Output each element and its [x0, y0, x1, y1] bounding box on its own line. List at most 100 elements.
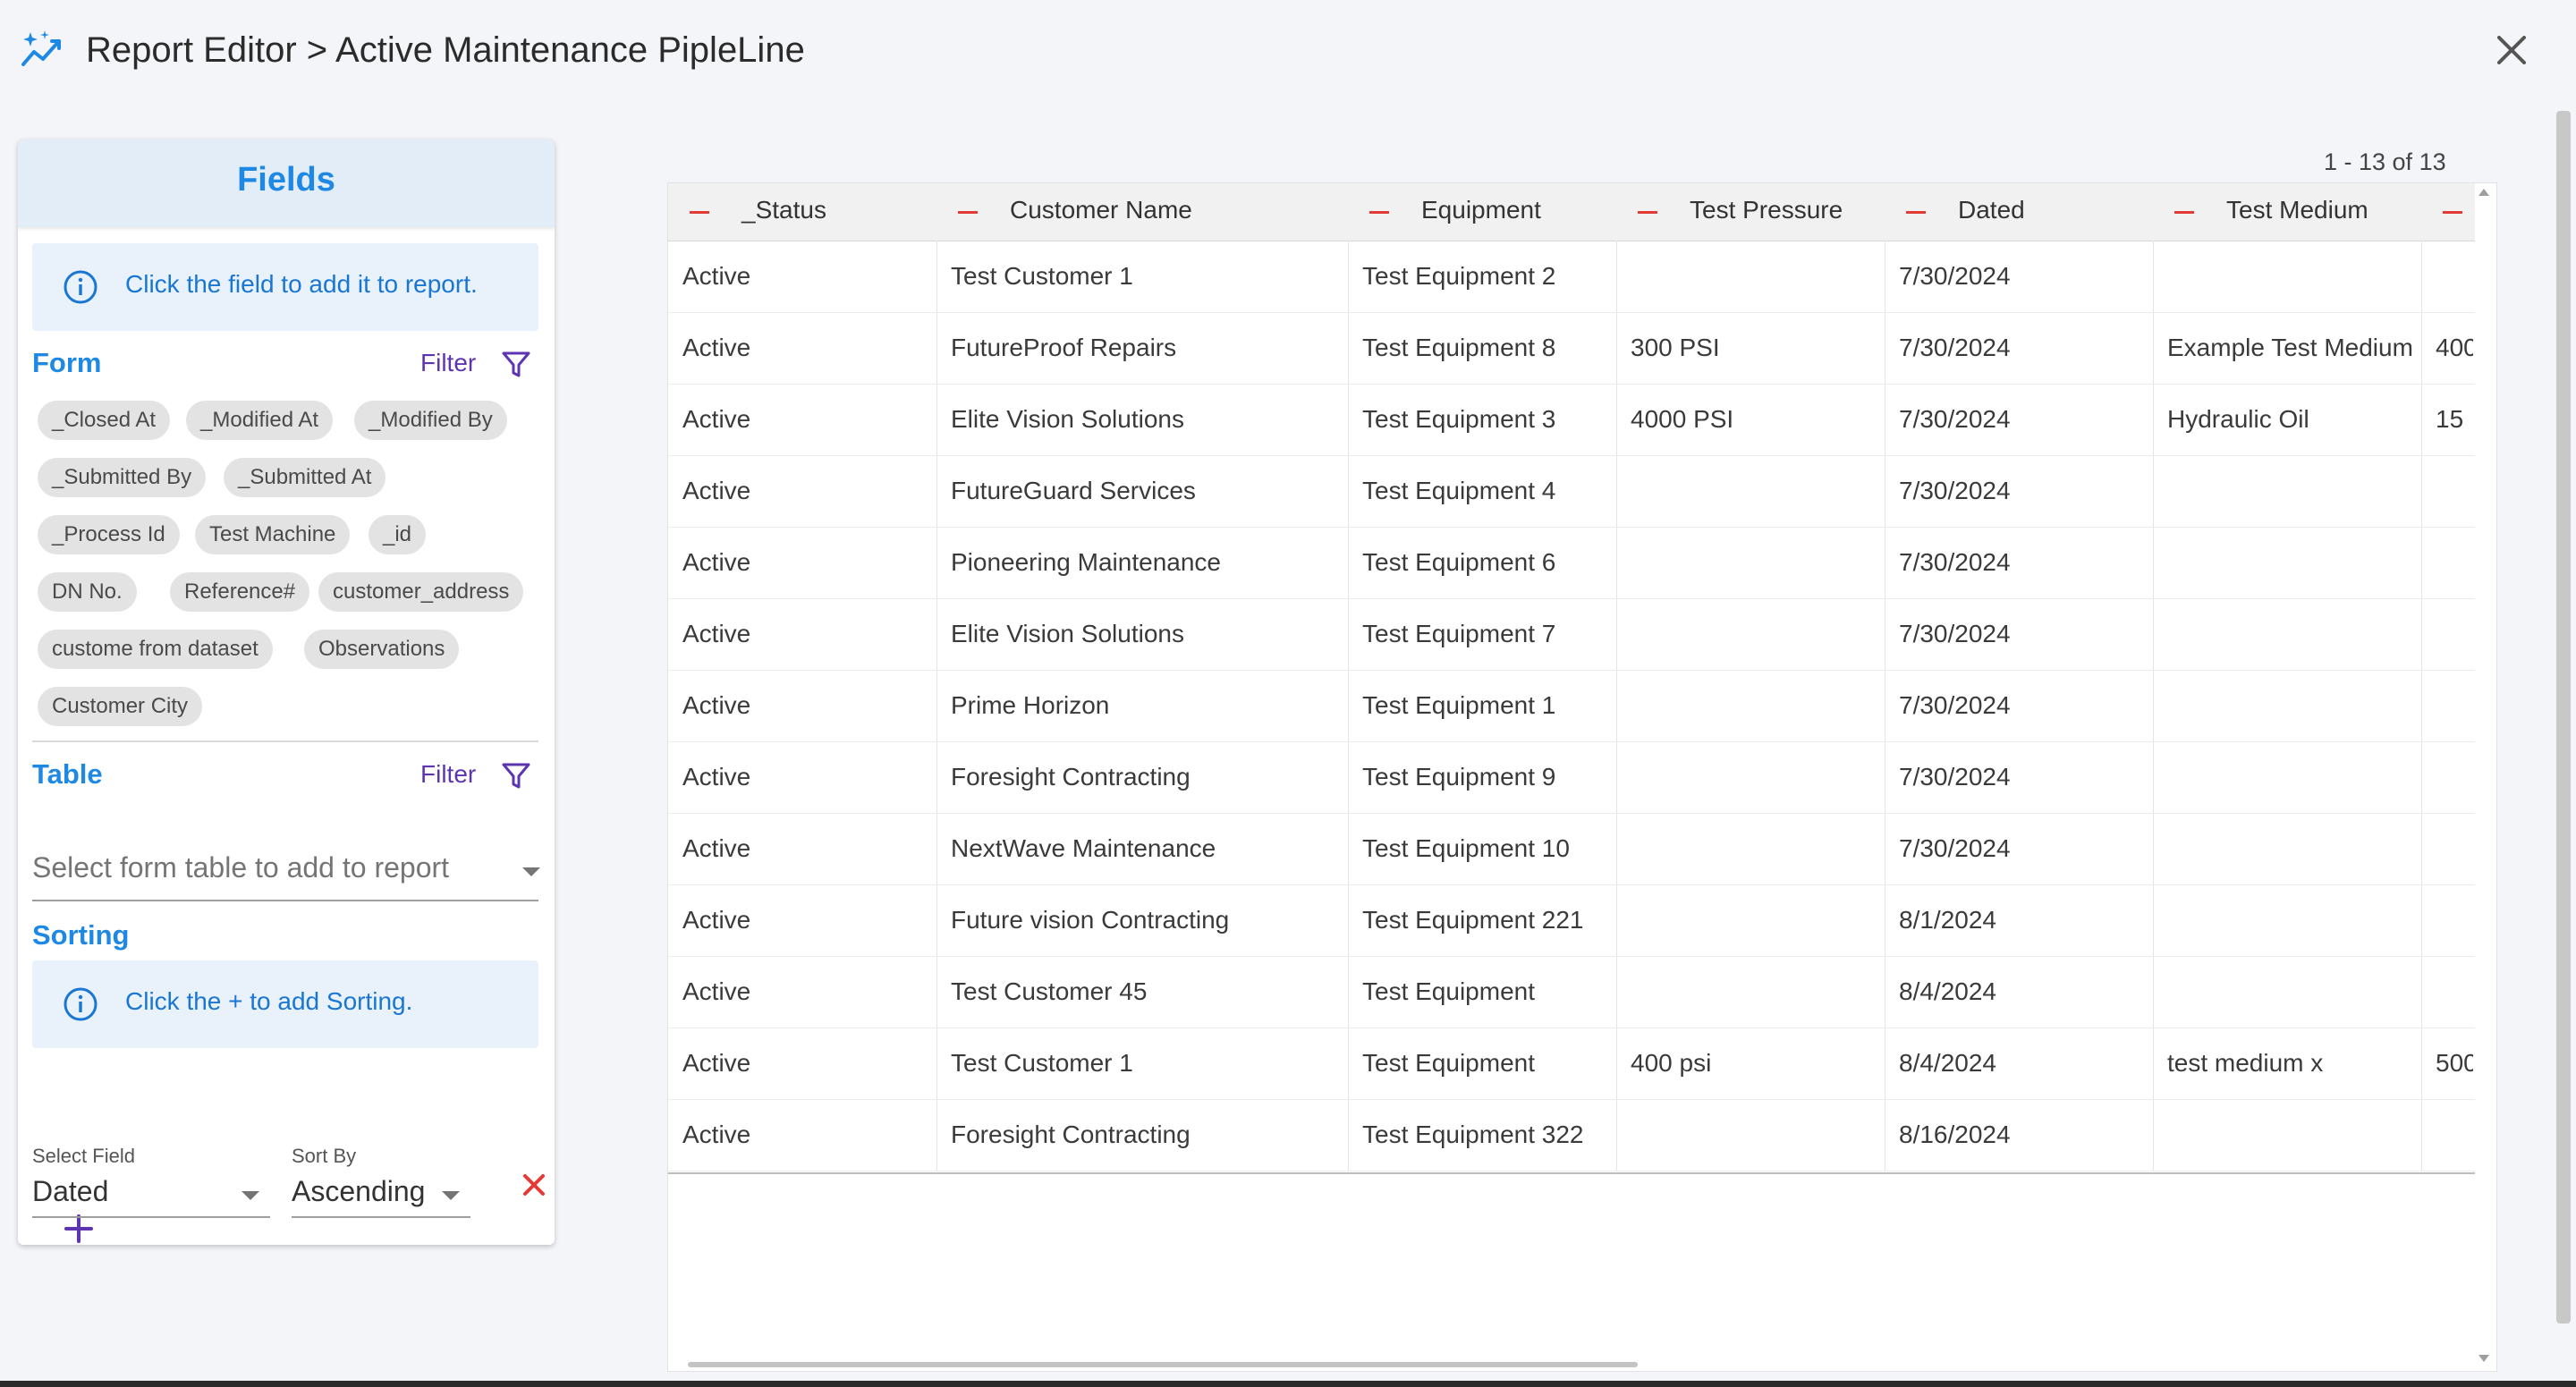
cell-test-pressure: [1631, 884, 1883, 956]
remove-column-icon[interactable]: [1638, 211, 1657, 214]
remove-column-icon[interactable]: [958, 211, 978, 214]
field-chip[interactable]: Observations: [304, 630, 460, 669]
close-icon[interactable]: [2488, 27, 2535, 73]
remove-sort-icon[interactable]: [519, 1170, 549, 1200]
cell-status: Active: [682, 334, 751, 361]
cell-equipment: Test Equipment 10: [1362, 834, 1570, 862]
table-row[interactable]: Active Test Customer 1 Test Equipment 2 7/3…: [668, 241, 2475, 313]
table-row[interactable]: Active Future vision Contracting Test Equi…: [668, 884, 2475, 957]
table-header: _Status Customer Name Equipment Test Pre…: [668, 183, 2475, 241]
cell-extra: 500: [2436, 1049, 2473, 1077]
filter-icon[interactable]: [501, 349, 531, 379]
cell-test-pressure: [1631, 527, 1883, 598]
table-row[interactable]: Active Elite Vision Solutions Test Equipme…: [668, 598, 2475, 671]
table-filter-button[interactable]: Filter: [420, 760, 476, 789]
field-chip[interactable]: _Submitted By: [38, 458, 207, 497]
table-row[interactable]: Active Foresight Contracting Test Equipmen…: [668, 1099, 2475, 1171]
cell-status: Active: [682, 691, 751, 719]
cell-test-pressure: 4000 PSI: [1631, 405, 1734, 433]
cell-test-medium: test medium x: [2167, 1049, 2324, 1077]
cell-test-medium: [2167, 670, 2419, 741]
cell-equipment: Test Equipment 7: [1362, 620, 1556, 647]
table-row[interactable]: Active NextWave Maintenance Test Equipment…: [668, 813, 2475, 885]
cell-extra: [2436, 241, 2473, 312]
field-chip[interactable]: _Closed At: [38, 401, 171, 440]
sort-direction-value: Ascending: [292, 1175, 426, 1207]
header: Report Editor > Active Maintenance Piple…: [0, 0, 2576, 100]
sort-direction-select[interactable]: Ascending: [292, 1168, 470, 1218]
field-chip[interactable]: _Process Id: [38, 515, 180, 554]
info-icon: [64, 270, 97, 304]
cell-extra: [2436, 455, 2473, 527]
cell-status: Active: [682, 405, 751, 433]
cell-test-medium: [2167, 741, 2419, 813]
column-header-customer-name: Customer Name: [936, 183, 1348, 241]
sorting-info-text: Click the + to add Sorting.: [125, 987, 413, 1015]
column-header-label: Test Pressure: [1690, 196, 1843, 224]
cell-customer-name: FutureProof Repairs: [951, 334, 1177, 361]
remove-column-icon[interactable]: [690, 211, 709, 214]
remove-column-icon[interactable]: [1906, 211, 1926, 214]
cell-test-pressure: 400 psi: [1631, 1049, 1712, 1077]
table-row[interactable]: Active FutureProof Repairs Test Equipment …: [668, 312, 2475, 385]
cell-test-pressure: [1631, 813, 1883, 884]
table-row[interactable]: Active Pioneering Maintenance Test Equipme…: [668, 527, 2475, 599]
sort-field-select[interactable]: Dated: [32, 1168, 270, 1218]
column-header-label: Test Medium: [2226, 196, 2368, 224]
page-scrollbar[interactable]: [2556, 111, 2571, 1324]
cell-customer-name: Test Customer 1: [951, 262, 1133, 290]
column-header-label: Dated: [1958, 196, 2025, 224]
cell-test-pressure: [1631, 670, 1883, 741]
cell-test-medium: [2167, 527, 2419, 598]
table-row[interactable]: Active Prime Horizon Test Equipment 1 7/30/…: [668, 670, 2475, 742]
column-header-label: _Status: [741, 196, 826, 224]
cell-extra: [2436, 956, 2473, 1028]
cell-equipment: Test Equipment 6: [1362, 548, 1556, 576]
form-filter-button[interactable]: Filter: [420, 349, 476, 377]
field-chip[interactable]: _id: [369, 515, 427, 554]
column-header-equipment: Equipment: [1348, 183, 1616, 241]
cell-extra: [2436, 598, 2473, 670]
cell-dated: 7/30/2024: [1899, 262, 2011, 290]
cell-dated: 7/30/2024: [1899, 834, 2011, 862]
sparkle-chart-icon: [21, 30, 61, 66]
filter-icon[interactable]: [501, 760, 531, 791]
cell-equipment: Test Equipment 3: [1362, 405, 1556, 433]
fields-info-box: Click the field to add it to report.: [32, 243, 538, 331]
field-chip[interactable]: _Modified At: [186, 401, 334, 440]
field-chip[interactable]: _Modified By: [354, 401, 507, 440]
cell-status: Active: [682, 977, 751, 1005]
cell-customer-name: Pioneering Maintenance: [951, 548, 1221, 576]
field-chip[interactable]: _Submitted At: [224, 458, 386, 497]
cell-status: Active: [682, 620, 751, 647]
table-row[interactable]: Active Elite Vision Solutions Test Equipme…: [668, 384, 2475, 456]
table-vertical-scrollbar[interactable]: [2473, 183, 2495, 1369]
remove-column-icon[interactable]: [2174, 211, 2194, 214]
cell-test-pressure: [1631, 741, 1883, 813]
field-chip[interactable]: custome from dataset: [38, 630, 273, 669]
remove-column-icon[interactable]: [2443, 211, 2462, 214]
table-horizontal-scrollbar[interactable]: [688, 1362, 1638, 1367]
column-header-label: Customer Name: [1010, 196, 1192, 224]
field-chip[interactable]: Customer City: [38, 687, 203, 726]
cell-status: Active: [682, 548, 751, 576]
table-row[interactable]: Active Foresight Contracting Test Equipmen…: [668, 741, 2475, 814]
cell-extra: [2436, 741, 2473, 813]
cell-status: Active: [682, 1049, 751, 1077]
cell-customer-name: Test Customer 1: [951, 1049, 1133, 1077]
chevron-down-icon: [522, 867, 540, 876]
table-row[interactable]: Active FutureGuard Services Test Equipment…: [668, 455, 2475, 528]
table-row[interactable]: Active Test Customer 1 Test Equipment 400 p…: [668, 1028, 2475, 1100]
table-row[interactable]: Active Test Customer 45 Test Equipment 8/4/…: [668, 956, 2475, 1028]
cell-test-pressure: 300 PSI: [1631, 334, 1720, 361]
sorting-section-title: Sorting: [32, 919, 130, 951]
field-chip[interactable]: DN No.: [38, 572, 137, 612]
form-table-select[interactable]: Select form table to add to report: [32, 851, 540, 901]
cell-test-medium: [2167, 813, 2419, 884]
field-chip[interactable]: customer_address: [318, 572, 524, 612]
chevron-down-icon: [442, 1191, 460, 1200]
field-chip[interactable]: Reference#: [170, 572, 310, 612]
field-chip[interactable]: Test Machine: [195, 515, 351, 554]
sort-field-value: Dated: [32, 1175, 109, 1207]
remove-column-icon[interactable]: [1369, 211, 1389, 214]
